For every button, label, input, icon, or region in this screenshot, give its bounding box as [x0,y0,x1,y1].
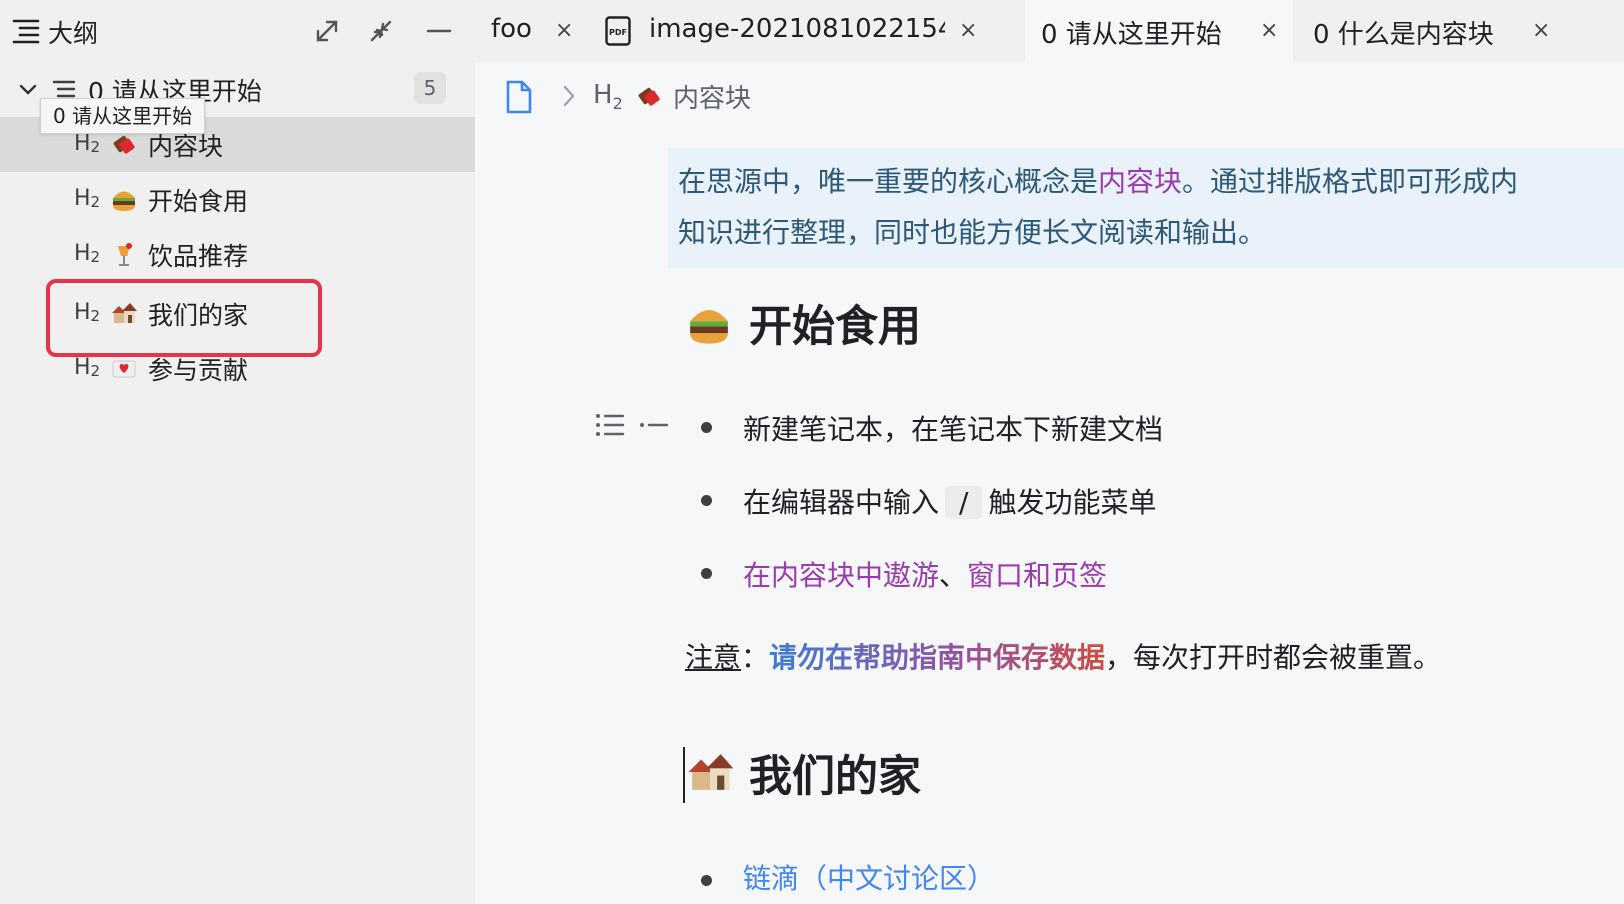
breadcrumb-item[interactable]: 内容块 [673,78,751,115]
note-emphasis: 请勿在帮助指南中保存数据 [769,641,1106,674]
svg-text:PDF: PDF [609,28,627,37]
tab-what-is-content-block[interactable]: 0 什么是内容块 × [1301,0,1573,62]
chevron-right-icon [561,84,577,112]
close-icon[interactable]: × [1260,18,1278,43]
tooltip: 0 请从这里开始 [40,98,206,134]
chocolate-icon [635,82,663,114]
external-link[interactable]: 链滴（中文讨论区） [743,857,995,897]
tab-image-pdf[interactable]: PDF image-20210810221546 × [593,0,993,62]
houses-icon [685,747,735,808]
tab-label: 0 什么是内容块 [1313,20,1494,50]
block-ref-link[interactable]: 内容块 [1098,165,1182,198]
chocolate-icon [110,130,138,158]
heading-our-home: 我们的家 [685,742,921,808]
heading-level-mark: H2 [593,80,623,114]
document-icon[interactable] [505,80,533,118]
outline-item-drinks[interactable]: H2 饮品推荐 [0,227,475,282]
heading-level-mark: H2 [74,186,101,211]
cocktail-icon [110,240,138,268]
heading-level-mark: H2 [74,241,101,266]
heading-start-eating: 开始食用 [685,292,921,358]
blockquote: 在思源中，唯一重要的核心概念是内容块。通过排版格式即可形成内 知识进行整理，同时… [668,148,1624,268]
note-paragraph: 注意：请勿在帮助指南中保存数据，每次打开时都会被重置。 [685,641,1442,674]
chevron-down-icon[interactable] [18,80,38,104]
close-icon[interactable]: × [959,18,977,43]
close-icon[interactable]: × [1532,18,1550,43]
expand-icon[interactable] [310,14,344,48]
block-ref-link[interactable]: 在内容块中遨游 [743,559,939,592]
heading-level-mark: H2 [74,131,101,156]
inline-code: / [945,486,983,519]
list-item-dash-icon[interactable] [639,412,669,442]
quote-line-1: 在思源中，唯一重要的核心概念是内容块。通过排版格式即可形成内 [678,165,1519,198]
highlight-annotation-box [46,279,322,357]
bullet-dot [701,422,712,433]
bullet-dot [701,495,712,506]
close-icon[interactable]: × [555,18,573,43]
note-label: 注意 [685,641,742,674]
burger-icon [685,299,733,358]
outline-header: 大纲 [0,0,475,62]
list-menu-icon[interactable] [595,412,625,442]
block-ref-link[interactable]: 窗口和页签 [967,559,1107,592]
outline-item-label: 饮品推荐 [148,242,249,271]
outline-title: 大纲 [48,19,99,48]
outline-item-label: 开始食用 [148,187,249,216]
outline-icon [12,17,40,49]
tab-bar: foo × PDF image-20210810221546 × 0 请从这里开… [475,0,1624,62]
editor-area: H2 内容块 在思源中，唯一重要的核心概念是内容块。通过排版格式即可形成内 知识… [475,62,1624,904]
outline-panel: 大纲 0 请从这里开始 5 0 请从这里开始 H2 内容块 H2 开始食用 H2… [0,0,475,904]
outline-item-start-eating[interactable]: H2 开始食用 [0,172,475,227]
tab-foo[interactable]: foo × [475,0,585,62]
minimize-icon[interactable] [422,14,456,48]
tab-label: foo [491,14,532,44]
quote-line-2: 知识进行整理，同时也能方便长文阅读和输出。 [678,216,1267,249]
bullet-dot [701,568,712,579]
love-letter-icon [110,354,138,382]
collapse-icon[interactable] [364,14,398,48]
tab-label: 0 请从这里开始 [1041,20,1222,50]
burger-icon [110,185,138,213]
bullet-dot [701,875,712,886]
tab-start-here[interactable]: 0 请从这里开始 × [1025,0,1293,62]
pdf-icon: PDF [605,16,631,53]
heading-level-mark: H2 [74,355,101,380]
outline-count-badge: 5 [414,72,446,104]
tab-label: image-20210810221546 [649,14,945,44]
